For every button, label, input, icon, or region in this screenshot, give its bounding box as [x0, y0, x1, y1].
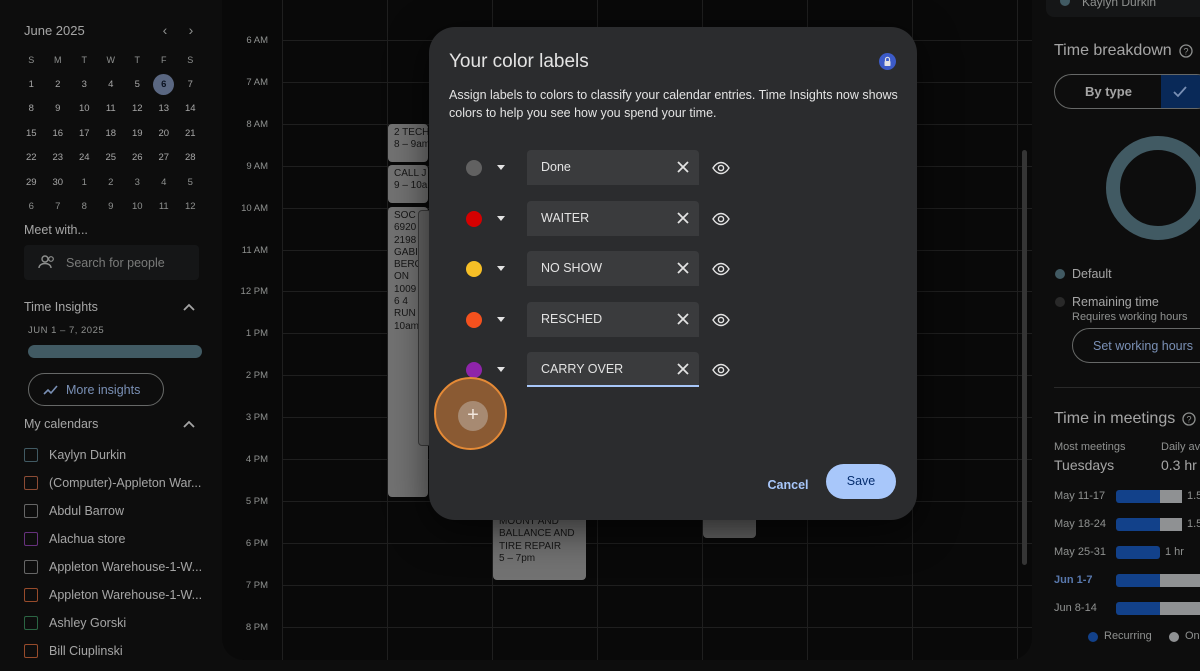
dialog-title: Your color labels — [449, 51, 589, 72]
color-swatch[interactable] — [466, 210, 482, 227]
label-name-value: NO SHOW — [541, 261, 603, 276]
color-label-row: NO SHOW — [429, 251, 917, 287]
dropdown-caret-icon[interactable] — [495, 363, 507, 375]
eye-icon[interactable] — [712, 159, 730, 177]
color-label-row: WAITER — [429, 200, 917, 237]
label-name-input[interactable]: Done — [527, 150, 699, 185]
clear-icon[interactable] — [677, 161, 689, 173]
dialog-description: Assign labels to colors to classify your… — [449, 88, 898, 120]
color-swatch[interactable] — [466, 362, 482, 379]
clear-icon[interactable] — [677, 211, 689, 224]
clear-icon[interactable] — [677, 262, 689, 274]
cancel-button[interactable]: Cancel — [755, 473, 821, 497]
label-name-value: WAITER — [541, 210, 590, 225]
label-name-value: Done — [541, 160, 571, 174]
add-label-button[interactable]: + — [434, 377, 507, 450]
dropdown-caret-icon[interactable] — [495, 161, 507, 173]
label-name-input[interactable]: CARRY OVER — [527, 352, 699, 388]
label-name-input[interactable]: NO SHOW — [527, 251, 699, 287]
color-label-row: RESCHED — [429, 301, 917, 338]
color-label-row: CARRY OVER — [429, 352, 917, 388]
eye-icon[interactable] — [712, 311, 730, 329]
color-label-row: Done — [429, 150, 917, 186]
color-swatch[interactable] — [466, 261, 482, 278]
eye-icon[interactable] — [712, 210, 730, 228]
label-name-value: RESCHED — [541, 311, 603, 326]
color-labels-dialog: Your color labels Assign labels to color… — [429, 27, 917, 520]
lock-icon — [879, 53, 896, 70]
clear-icon[interactable] — [677, 363, 689, 376]
color-swatch[interactable] — [466, 160, 482, 176]
app-root: June 2025 ‹ › S M T W T F S 1 2 3 4 5 6 7 8 9 10 11 12 13 14… — [0, 0, 1200, 671]
clear-icon[interactable] — [677, 313, 689, 325]
save-button[interactable]: Save — [826, 464, 896, 499]
dropdown-caret-icon[interactable] — [495, 262, 507, 274]
color-swatch[interactable] — [466, 311, 482, 328]
label-name-input[interactable]: RESCHED — [527, 301, 699, 337]
dropdown-caret-icon[interactable] — [495, 313, 507, 325]
dropdown-caret-icon[interactable] — [495, 212, 507, 224]
eye-icon[interactable] — [712, 361, 730, 379]
eye-icon[interactable] — [712, 260, 730, 278]
plus-icon: + — [458, 401, 488, 431]
label-name-value: CARRY OVER — [541, 362, 624, 377]
label-name-input[interactable]: WAITER — [527, 200, 699, 236]
